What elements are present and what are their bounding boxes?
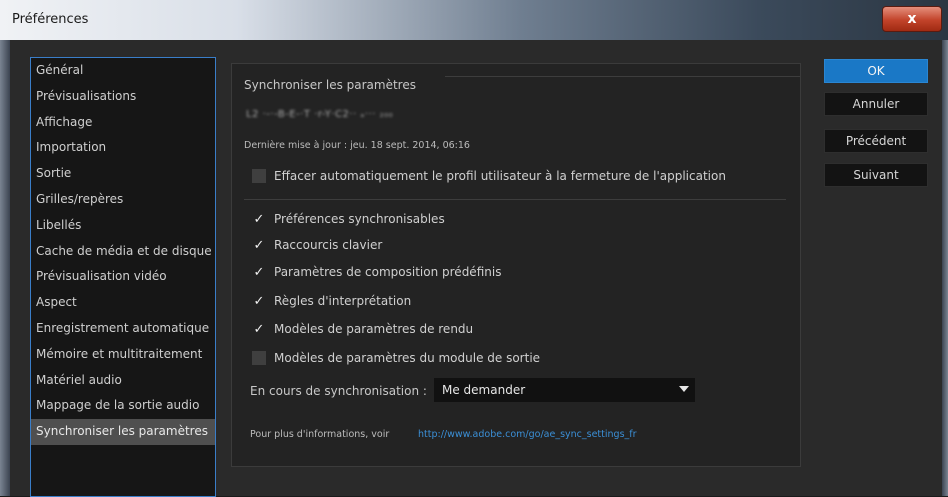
option-composition[interactable]: ✓ Paramètres de composition prédéfinis [252, 262, 502, 282]
sidebar-item-affichage[interactable]: Affichage [31, 110, 215, 136]
sync-mode-label: En cours de synchronisation : [250, 384, 427, 398]
last-update-text: Dernière mise à jour : jeu. 18 sept. 201… [244, 140, 470, 151]
clear-profile-label: Effacer automatiquement le profil utilis… [274, 169, 726, 183]
check-icon[interactable]: ✓ [252, 265, 266, 280]
sidebar-item-previsualisations[interactable]: Prévisualisations [31, 84, 215, 110]
sidebar-item-cache[interactable]: Cache de média et de disque [31, 239, 215, 265]
check-icon[interactable]: ✓ [252, 238, 266, 253]
option-rendu[interactable]: ✓ Modèles de paramètres de rendu [252, 319, 474, 339]
sidebar-item-enregistrement-auto[interactable]: Enregistrement automatique [31, 316, 215, 342]
sidebar-item-libelles[interactable]: Libellés [31, 213, 215, 239]
close-button[interactable]: x [882, 6, 942, 32]
info-text: Pour plus d'informations, voir [250, 429, 390, 440]
section-title: Synchroniser les paramètres [244, 78, 416, 92]
sidebar-item-mappage-audio[interactable]: Mappage de la sortie audio [31, 393, 215, 419]
section-divider [445, 76, 800, 77]
option-interpretation[interactable]: ✓ Règles d'interprétation [252, 291, 412, 311]
clear-profile-option[interactable]: Effacer automatiquement le profil utilis… [252, 166, 726, 186]
sidebar-item-aspect[interactable]: Aspect [31, 290, 215, 316]
sidebar-item-memoire[interactable]: Mémoire et multitraitement [31, 342, 215, 368]
close-icon: x [907, 11, 917, 27]
sidebar-item-materiel-audio[interactable]: Matériel audio [31, 368, 215, 394]
title-bar: Préférences x [0, 0, 948, 40]
window-frame-right [942, 40, 948, 496]
category-list: Général Prévisualisations Affichage Impo… [30, 57, 216, 497]
option-label: Raccourcis clavier [274, 238, 383, 252]
account-id: L2 ·-·-B-E-·T ·r-Y·C2·· ₐ··· ₂₀₀ [246, 109, 394, 120]
option-label: Règles d'interprétation [274, 294, 412, 308]
sidebar-item-sortie[interactable]: Sortie [31, 161, 215, 187]
window-frame-left [0, 40, 10, 496]
option-module-sortie[interactable]: Modèles de paramètres du module de sorti… [252, 348, 540, 368]
sidebar-item-previsualisation-video[interactable]: Prévisualisation vidéo [31, 264, 215, 290]
check-icon[interactable]: ✓ [252, 212, 266, 227]
check-icon[interactable]: ✓ [252, 322, 266, 337]
chevron-down-icon [679, 386, 689, 392]
sidebar-item-general[interactable]: Général [31, 58, 215, 84]
option-label: Modèles de paramètres de rendu [274, 322, 474, 336]
option-label: Modèles de paramètres du module de sorti… [274, 351, 541, 365]
sidebar-item-synchroniser[interactable]: Synchroniser les paramètres [31, 419, 215, 445]
check-icon[interactable]: ✓ [252, 294, 266, 309]
help-link[interactable]: http://www.adobe.com/go/ae_sync_settings… [418, 429, 637, 440]
window-title: Préférences [12, 12, 89, 27]
option-raccourcis[interactable]: ✓ Raccourcis clavier [252, 235, 383, 255]
ok-button[interactable]: OK [824, 59, 928, 83]
sidebar-item-importation[interactable]: Importation [31, 135, 215, 161]
previous-button[interactable]: Précédent [824, 129, 928, 153]
sidebar-item-grilles-reperes[interactable]: Grilles/repères [31, 187, 215, 213]
cancel-button[interactable]: Annuler [824, 92, 928, 116]
divider [244, 199, 786, 200]
option-label: Préférences synchronisables [274, 212, 445, 226]
option-label: Paramètres de composition prédéfinis [274, 265, 502, 279]
module-sortie-checkbox[interactable] [252, 351, 266, 365]
sync-mode-value: Me demander [442, 383, 526, 397]
clear-profile-checkbox[interactable] [252, 169, 266, 183]
next-button[interactable]: Suivant [824, 163, 928, 187]
sync-mode-dropdown[interactable]: Me demander [434, 378, 695, 402]
option-preferences[interactable]: ✓ Préférences synchronisables [252, 209, 445, 229]
settings-panel: Synchroniser les paramètres L2 ·-·-B-E-·… [231, 63, 801, 467]
